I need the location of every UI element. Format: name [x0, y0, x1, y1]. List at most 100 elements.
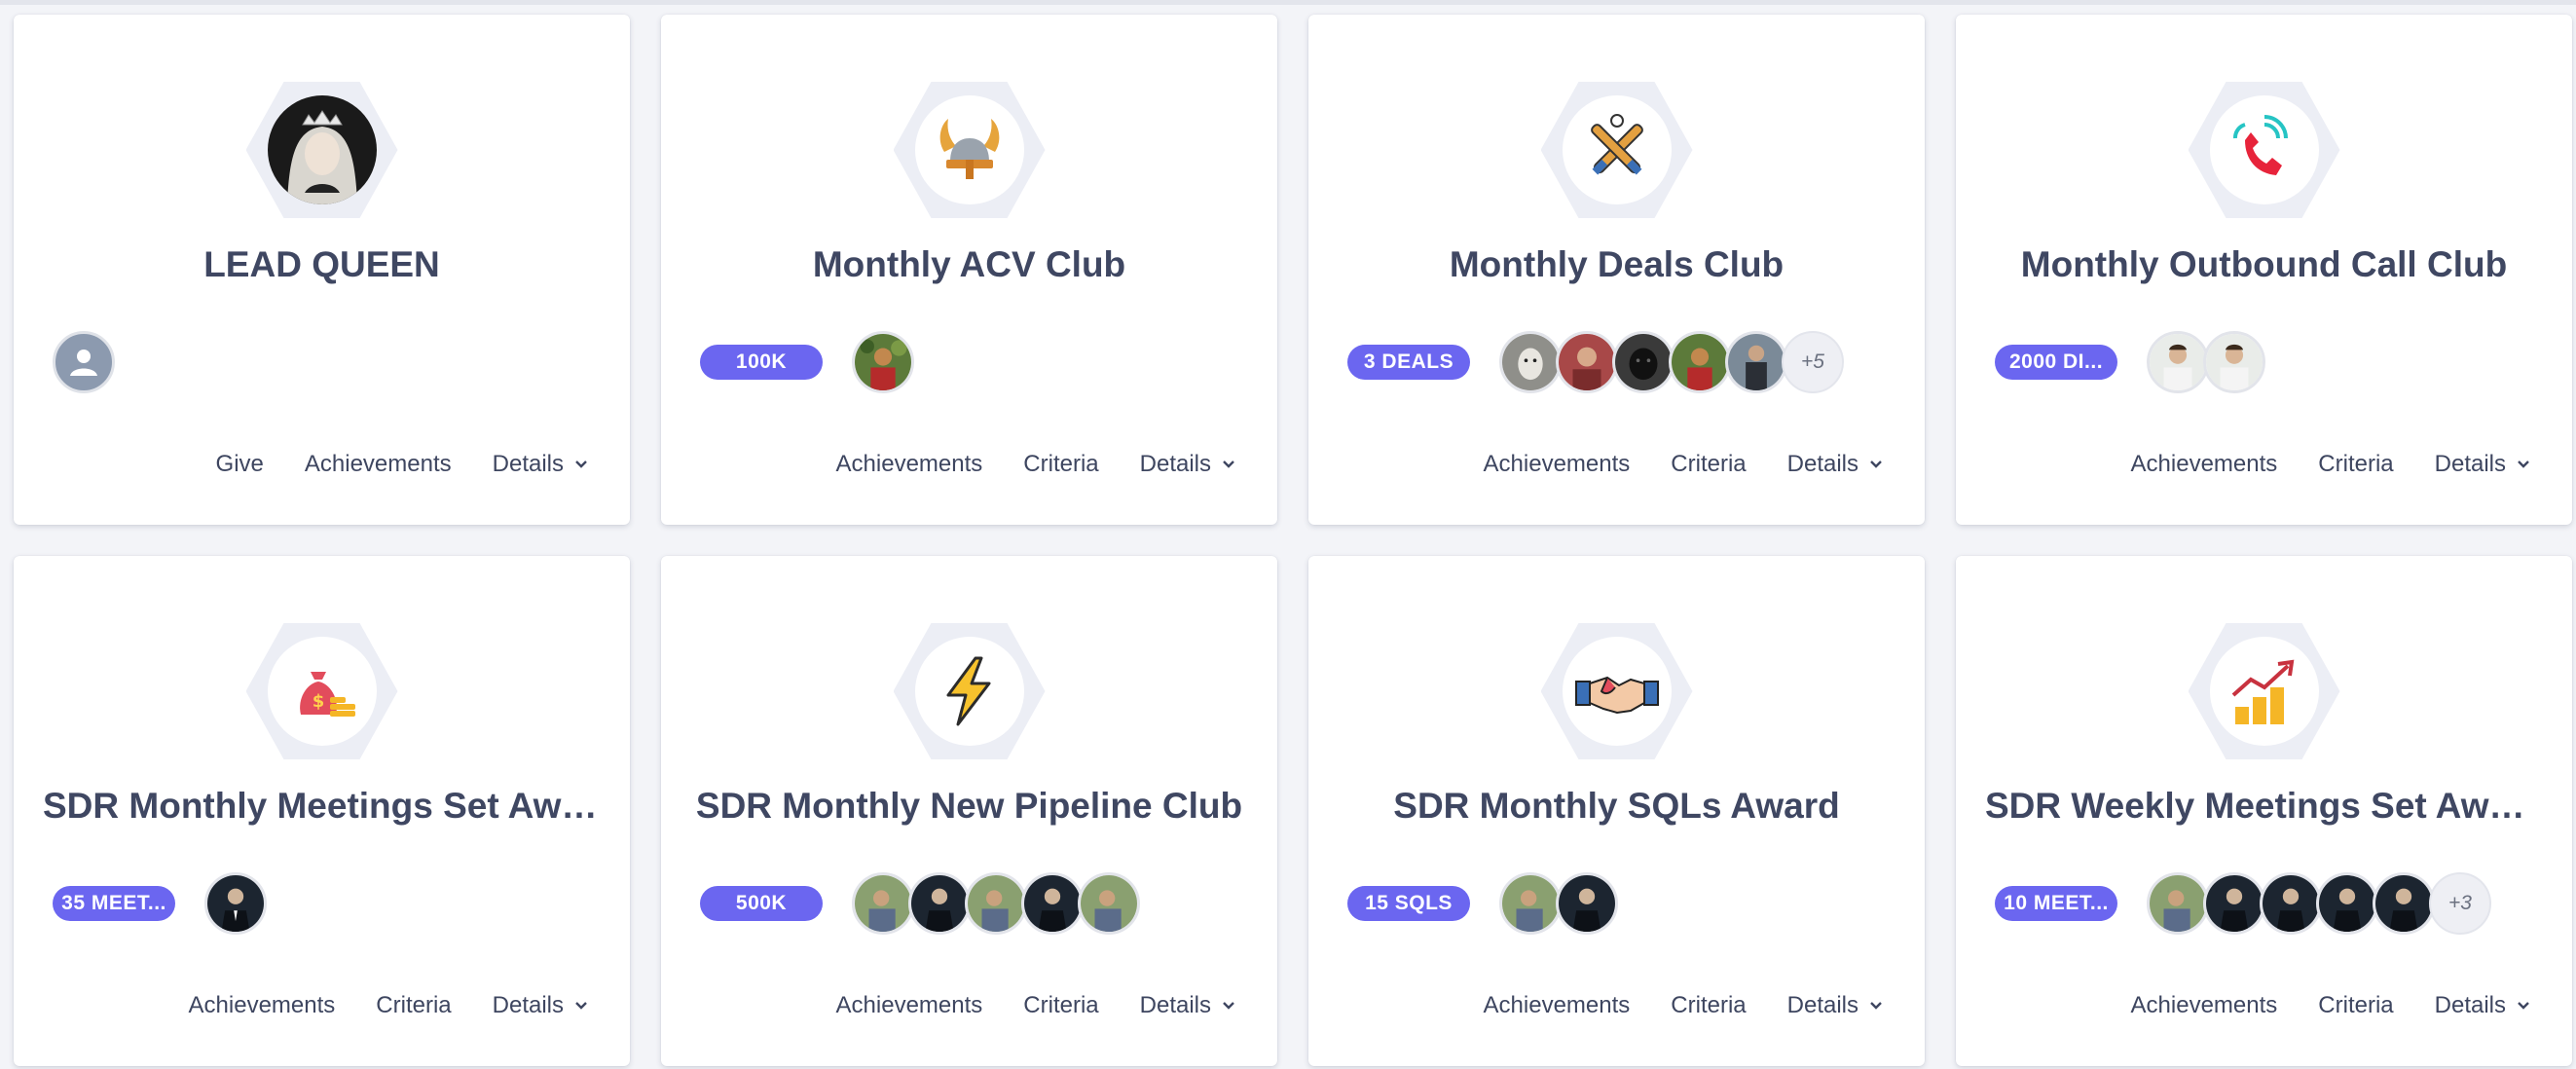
- achievements-link[interactable]: Achievements: [189, 992, 336, 1019]
- recipient-avatars: [53, 331, 115, 393]
- details-label: Details: [1139, 992, 1211, 1018]
- recipient-avatar[interactable]: [2373, 872, 2435, 935]
- recipient-avatars: [1499, 872, 1618, 935]
- award-meta: 15 SQLS: [1347, 869, 1618, 938]
- achievements-link[interactable]: Achievements: [1484, 451, 1631, 478]
- award-icon-frame: [893, 82, 1046, 218]
- card-actions: Achievements Criteria Details: [2131, 992, 2531, 1019]
- more-recipients-count[interactable]: +3: [2429, 872, 2491, 935]
- recipient-avatar[interactable]: [204, 872, 267, 935]
- award-title: Monthly ACV Club: [812, 244, 1126, 284]
- award-icon-frame: [245, 82, 398, 218]
- recipient-avatar[interactable]: [852, 872, 914, 935]
- recipient-avatar[interactable]: [1556, 872, 1618, 935]
- details-label: Details: [2434, 451, 2506, 477]
- recipient-avatar[interactable]: [2147, 872, 2209, 935]
- criteria-link[interactable]: Criteria: [1671, 992, 1746, 1019]
- award-icon-frame: [2188, 623, 2340, 759]
- achievements-link[interactable]: Achievements: [2131, 992, 2278, 1019]
- card-actions: Achievements Criteria Details: [1484, 992, 1884, 1019]
- growth-chart-icon: [2209, 637, 2319, 746]
- give-button[interactable]: Give: [216, 451, 264, 478]
- recipient-avatar[interactable]: [1078, 872, 1140, 935]
- criteria-link[interactable]: Criteria: [376, 992, 451, 1019]
- details-dropdown[interactable]: Details: [2435, 451, 2531, 478]
- recipient-avatar[interactable]: [1612, 331, 1674, 393]
- recipient-avatar[interactable]: [965, 872, 1027, 935]
- award-title: Monthly Outbound Call Club: [2020, 244, 2508, 284]
- award-title: Monthly Deals Club: [1449, 244, 1785, 284]
- details-dropdown[interactable]: Details: [493, 992, 589, 1019]
- award-icon-frame: [2188, 82, 2340, 218]
- details-label: Details: [2434, 992, 2506, 1018]
- criteria-link[interactable]: Criteria: [1023, 992, 1098, 1019]
- award-card-sdr-monthly-meetings-set[interactable]: $ SDR Monthly Meetings Set Awa... 35 MEE…: [14, 556, 630, 1066]
- criteria-badge: 35 MEET...: [53, 886, 175, 921]
- achievements-link[interactable]: Achievements: [836, 992, 983, 1019]
- details-dropdown[interactable]: Details: [1787, 992, 1884, 1019]
- recipient-avatar[interactable]: [1556, 331, 1618, 393]
- details-label: Details: [492, 992, 564, 1018]
- criteria-link[interactable]: Criteria: [2318, 451, 2393, 478]
- money-bag-icon: $: [267, 637, 377, 746]
- award-card-sdr-monthly-new-pipeline[interactable]: SDR Monthly New Pipeline Club 500K Achie…: [661, 556, 1277, 1066]
- award-icon-frame: $: [245, 623, 398, 759]
- criteria-link[interactable]: Criteria: [1023, 451, 1098, 478]
- avatar-placeholder[interactable]: [53, 331, 115, 393]
- awards-grid: LEAD QUEEN Give Achievements Details Mon…: [14, 15, 2572, 1066]
- recipient-avatar[interactable]: [1669, 331, 1731, 393]
- award-card-lead-queen[interactable]: LEAD QUEEN Give Achievements Details: [14, 15, 630, 525]
- details-dropdown[interactable]: Details: [1787, 451, 1884, 478]
- details-label: Details: [1139, 451, 1211, 477]
- recipient-avatar[interactable]: [2147, 331, 2209, 393]
- card-actions: Achievements Criteria Details: [189, 992, 589, 1019]
- recipient-avatar[interactable]: [908, 872, 971, 935]
- criteria-link[interactable]: Criteria: [1671, 451, 1746, 478]
- recipient-avatar[interactable]: [2316, 872, 2378, 935]
- handshake-icon: [1562, 637, 1672, 746]
- award-card-sdr-weekly-meetings-set[interactable]: SDR Weekly Meetings Set Award 10 MEET...…: [1956, 556, 2572, 1066]
- more-recipients-count[interactable]: +5: [1782, 331, 1844, 393]
- chevron-down-icon: [1223, 1002, 1234, 1010]
- achievements-link[interactable]: Achievements: [2131, 451, 2278, 478]
- award-title: SDR Monthly Meetings Set Awa...: [43, 786, 601, 826]
- award-title: LEAD QUEEN: [203, 244, 440, 284]
- details-dropdown[interactable]: Details: [1140, 451, 1236, 478]
- achievements-link[interactable]: Achievements: [836, 451, 983, 478]
- recipient-avatar[interactable]: [1499, 331, 1562, 393]
- chevron-down-icon: [1870, 1002, 1882, 1010]
- achievements-link[interactable]: Achievements: [305, 451, 452, 478]
- award-meta: 10 MEET... +3: [1995, 869, 2491, 938]
- recipient-avatar[interactable]: [2203, 872, 2265, 935]
- svg-text:$: $: [312, 691, 324, 712]
- details-label: Details: [1786, 451, 1858, 477]
- chevron-down-icon: [575, 461, 587, 468]
- award-title: SDR Weekly Meetings Set Award: [1985, 786, 2543, 826]
- award-icon-frame: [1540, 623, 1693, 759]
- details-label: Details: [492, 451, 564, 477]
- award-card-sdr-monthly-sqls[interactable]: SDR Monthly SQLs Award 15 SQLS Achieveme…: [1308, 556, 1925, 1066]
- achievements-link[interactable]: Achievements: [1484, 992, 1631, 1019]
- criteria-badge: 10 MEET...: [1995, 886, 2117, 921]
- award-card-monthly-acv-club[interactable]: Monthly ACV Club 100K Achievements Crite…: [661, 15, 1277, 525]
- recipient-avatar[interactable]: [852, 331, 914, 393]
- award-card-monthly-deals-club[interactable]: Monthly Deals Club 3 DEALS +5 Achievemen…: [1308, 15, 1925, 525]
- card-actions: Achievements Criteria Details: [836, 992, 1236, 1019]
- details-dropdown[interactable]: Details: [1140, 992, 1236, 1019]
- details-dropdown[interactable]: Details: [493, 451, 589, 478]
- chevron-down-icon: [575, 1002, 587, 1010]
- criteria-link[interactable]: Criteria: [2318, 992, 2393, 1019]
- queen-portrait-icon: [267, 95, 377, 204]
- details-dropdown[interactable]: Details: [2435, 992, 2531, 1019]
- award-card-monthly-outbound-call-club[interactable]: Monthly Outbound Call Club 2000 DI... Ac…: [1956, 15, 2572, 525]
- chevron-down-icon: [2518, 1002, 2529, 1010]
- top-divider: [0, 0, 2576, 5]
- recipient-avatar[interactable]: [2260, 872, 2322, 935]
- criteria-badge: 3 DEALS: [1347, 345, 1470, 380]
- lightning-bolt-icon: [914, 637, 1024, 746]
- recipient-avatar[interactable]: [1725, 331, 1787, 393]
- recipient-avatar[interactable]: [1021, 872, 1084, 935]
- criteria-badge: 500K: [700, 886, 823, 921]
- recipient-avatar[interactable]: [1499, 872, 1562, 935]
- recipient-avatar[interactable]: [2203, 331, 2265, 393]
